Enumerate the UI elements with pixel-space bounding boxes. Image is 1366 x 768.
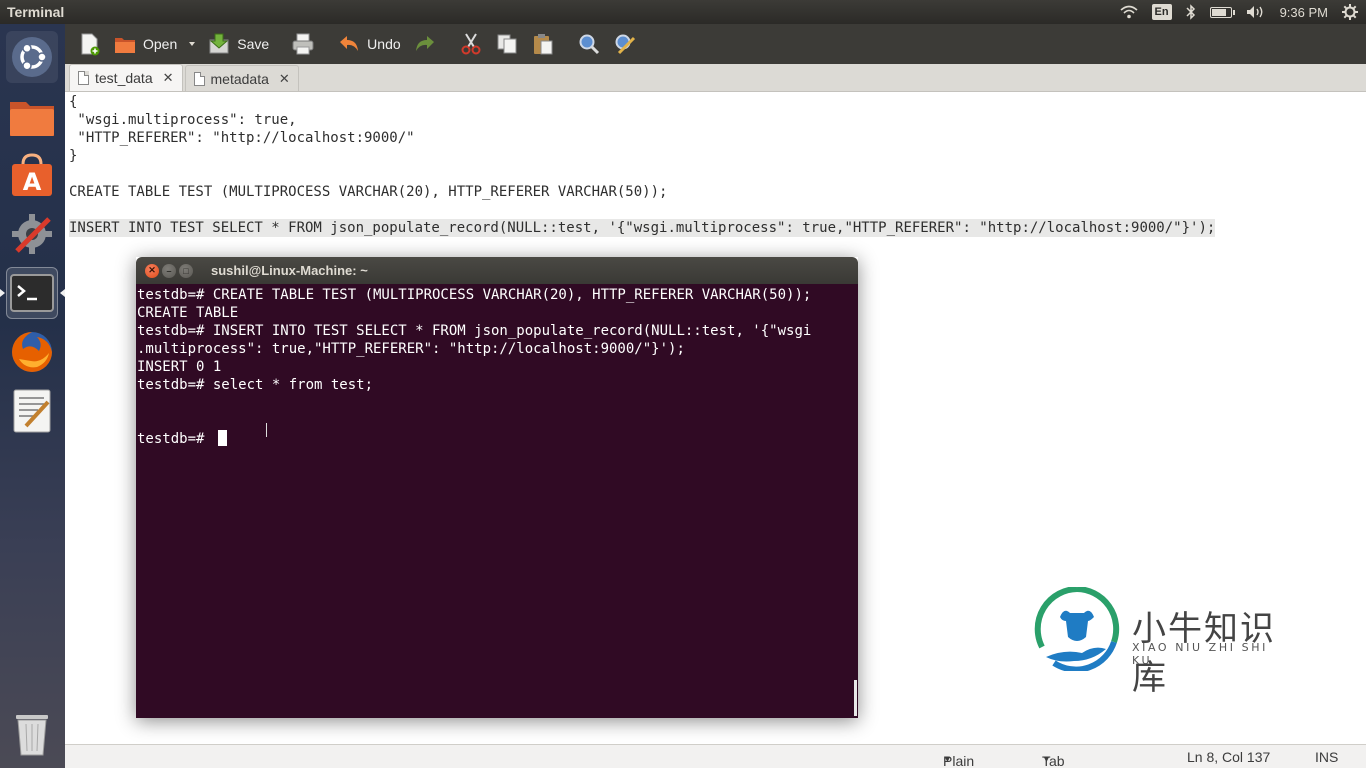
find-replace-icon — [615, 34, 635, 55]
cursor-position: Ln 8, Col 137 — [1187, 749, 1271, 765]
paste-icon — [533, 34, 553, 55]
chevron-down-icon — [189, 42, 196, 46]
software-center-icon[interactable]: A — [6, 149, 58, 201]
terminal-line: .multiprocess": true,"HTTP_REFERER": "ht… — [137, 341, 685, 357]
redo-icon — [415, 36, 434, 51]
close-window-button[interactable]: ✕ — [145, 263, 159, 278]
copy-button[interactable] — [489, 28, 525, 60]
document-tabs: test_data ✕ metadata ✕ — [65, 64, 1366, 92]
terminal-line: testdb=# INSERT INTO TEST SELECT * FROM … — [137, 323, 812, 339]
insert-mode: INS — [1315, 749, 1339, 765]
ubuntu-dash-icon[interactable] — [6, 31, 58, 83]
terminal-window[interactable]: ✕ – □ sushil@Linux-Machine: ~ testdb=# C… — [136, 257, 858, 718]
terminal-scrollbar[interactable] — [854, 680, 857, 716]
close-icon[interactable]: ✕ — [279, 71, 290, 87]
firefox-icon[interactable] — [6, 326, 58, 378]
code-line: { — [69, 94, 78, 110]
scissors-icon — [461, 33, 481, 55]
undo-label: Undo — [367, 36, 401, 52]
system-settings-icon[interactable] — [6, 208, 58, 260]
svg-text:A: A — [23, 168, 42, 196]
tab-label: test_data — [95, 70, 153, 86]
files-icon[interactable] — [6, 90, 58, 142]
tab-metadata[interactable]: metadata ✕ — [184, 65, 299, 91]
terminal-output[interactable]: testdb=# CREATE TABLE TEST (MULTIPROCESS… — [136, 284, 858, 718]
code-line-current: INSERT INTO TEST SELECT * FROM json_popu… — [69, 219, 1216, 237]
redo-button[interactable] — [407, 28, 443, 60]
document-icon — [78, 71, 89, 85]
battery-icon[interactable] — [1209, 0, 1235, 24]
save-icon — [209, 33, 229, 54]
minimize-window-button[interactable]: – — [162, 263, 176, 278]
keyboard-layout-indicator[interactable]: En — [1151, 0, 1172, 24]
wifi-icon[interactable] — [1119, 0, 1138, 24]
code-line: "HTTP_REFERER": "http://localhost:9000/" — [69, 130, 415, 146]
undo-icon — [340, 36, 359, 51]
active-app-title: Terminal — [7, 4, 65, 20]
terminal-prompt: testdb=# — [137, 431, 213, 447]
text-cursor — [218, 430, 227, 446]
copy-icon — [497, 34, 517, 54]
code-line: CREATE TABLE TEST (MULTIPROCESS VARCHAR(… — [69, 184, 668, 200]
indicator-area: En 9:36 PM — [1119, 0, 1366, 24]
code-line: } — [69, 148, 78, 164]
cut-button[interactable] — [453, 28, 489, 60]
tab-width-selector[interactable]: Tab Width: 8 ▼ — [1042, 749, 1065, 768]
print-button[interactable] — [285, 28, 321, 60]
gear-icon[interactable] — [1342, 0, 1358, 24]
top-panel: Terminal En 9:36 PM — [0, 0, 1366, 24]
terminal-line: CREATE TABLE — [137, 305, 239, 321]
trash-icon[interactable] — [6, 707, 58, 759]
editor-toolbar: Open Save Undo — [65, 24, 1366, 64]
bluetooth-icon[interactable] — [1186, 0, 1196, 24]
text-editor-icon[interactable] — [6, 385, 58, 437]
printer-icon — [292, 33, 314, 55]
status-bar: Plain Text ▼ Tab Width: 8 ▼ Ln 8, Col 13… — [65, 744, 1366, 768]
new-document-icon — [81, 33, 100, 56]
code-line: "wsgi.multiprocess": true, — [69, 112, 297, 128]
language-selector[interactable]: Plain Text ▼ — [943, 749, 974, 768]
terminal-title: sushil@Linux-Machine: ~ — [211, 263, 368, 278]
terminal-titlebar[interactable]: ✕ – □ sushil@Linux-Machine: ~ — [136, 257, 858, 284]
find-replace-button[interactable] — [607, 28, 643, 60]
launcher: A — [0, 24, 65, 768]
mouse-ibeam-cursor — [266, 423, 267, 437]
open-recent-dropdown[interactable] — [183, 28, 201, 60]
watermark-logo: 小牛知识库 XIAO NIU ZHI SHI KU — [1034, 587, 1294, 698]
paste-button[interactable] — [525, 28, 561, 60]
terminal-line: INSERT 0 1 — [137, 359, 222, 375]
find-button[interactable] — [571, 28, 607, 60]
tab-test-data[interactable]: test_data ✕ — [69, 64, 183, 91]
bull-logo-icon — [1034, 587, 1120, 671]
new-document-button[interactable] — [71, 28, 107, 60]
undo-button[interactable]: Undo — [331, 28, 406, 60]
terminal-icon[interactable] — [6, 267, 58, 319]
document-icon — [193, 71, 205, 86]
open-label: Open — [143, 36, 178, 52]
tab-label: metadata — [210, 70, 269, 87]
save-label: Save — [237, 36, 270, 52]
clock[interactable]: 9:36 PM — [1280, 0, 1328, 24]
watermark-subtitle: XIAO NIU ZHI SHI KU — [1132, 641, 1268, 667]
open-folder-icon — [115, 38, 135, 53]
search-icon — [579, 34, 599, 55]
maximize-window-button[interactable]: □ — [179, 263, 193, 278]
save-button[interactable]: Save — [201, 28, 275, 60]
terminal-line: testdb=# CREATE TABLE TEST (MULTIPROCESS… — [137, 287, 812, 303]
volume-icon[interactable] — [1246, 0, 1266, 24]
open-button[interactable]: Open — [107, 28, 183, 60]
terminal-line: testdb=# select * from test; — [137, 377, 374, 393]
close-icon[interactable]: ✕ — [163, 70, 174, 86]
